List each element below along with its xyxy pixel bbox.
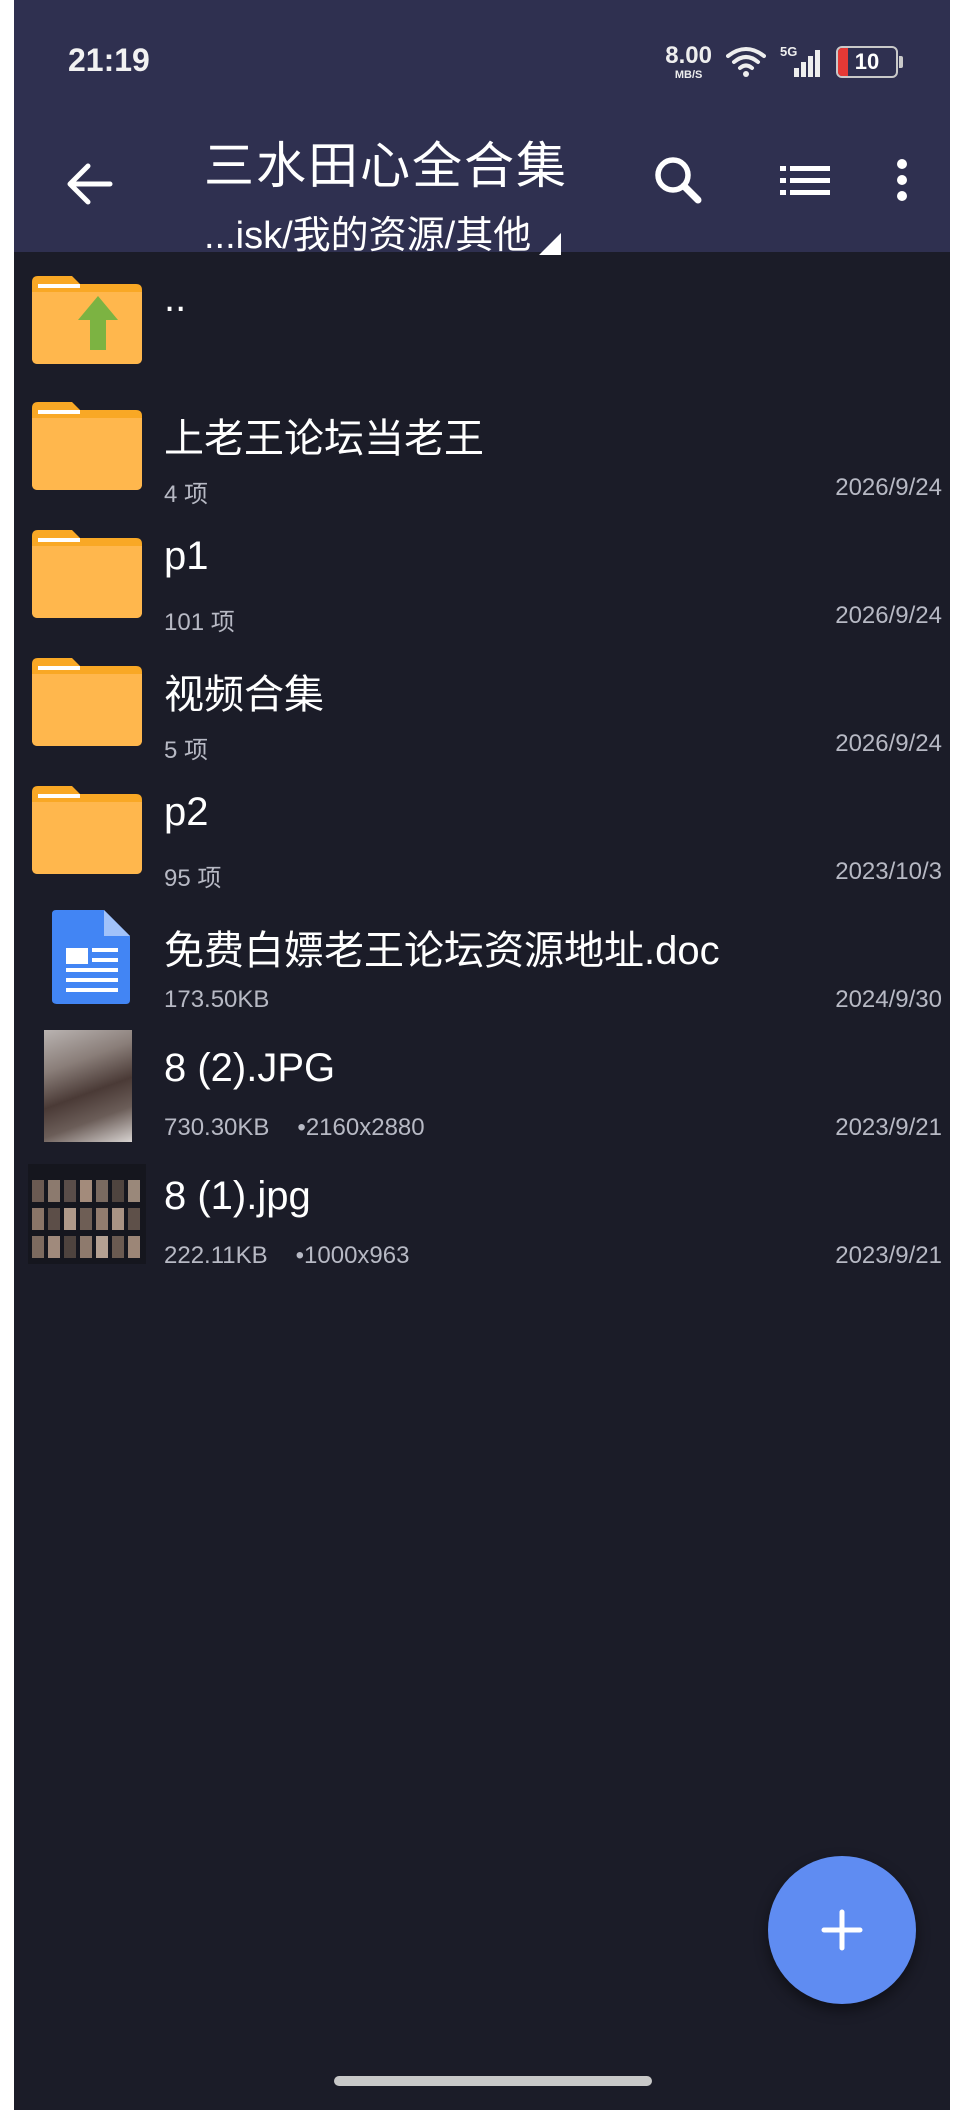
status-time: 21:19: [68, 42, 150, 78]
doc-file-icon: [52, 910, 130, 1004]
screen: 21:19 8.00 MB/S 5G 10 三水田心全合集 ...isk/我的资…: [14, 0, 950, 2110]
current-path: ...isk/我的资源/其他: [204, 215, 532, 257]
folder-icon: [32, 786, 142, 874]
file-date: 2026/9/24: [835, 474, 942, 501]
file-name: ..: [164, 276, 187, 320]
file-date: 2023/9/21: [835, 1242, 942, 1269]
folder-icon: [32, 530, 142, 618]
file-row[interactable]: p1 101 项 2026/9/24: [14, 504, 950, 636]
image-thumbnail: [28, 1164, 146, 1264]
more-vert-icon[interactable]: [880, 148, 924, 212]
file-name: 免费白嫖老王论坛资源地址.doc: [164, 929, 720, 973]
file-name: 8 (1).jpg: [164, 1174, 311, 1218]
status-bar: 21:19 8.00 MB/S 5G 10: [14, 0, 950, 112]
app-toolbar: 三水田心全合集 ...isk/我的资源/其他: [14, 112, 950, 257]
folder-icon: [32, 658, 142, 746]
battery-level: 10: [854, 49, 880, 74]
home-indicator[interactable]: [334, 2076, 652, 2086]
parent-directory-row[interactable]: ..: [14, 252, 950, 376]
path-dropdown[interactable]: ...isk/我的资源/其他: [204, 204, 562, 259]
network-speed-value: 8.00: [665, 41, 712, 69]
file-size: 222.11KB: [164, 1242, 268, 1269]
status-icons: 8.00 MB/S 5G 10: [665, 40, 903, 84]
file-name: 上老王论坛当老王: [164, 417, 484, 461]
file-date: 2024/9/30: [835, 986, 942, 1013]
image-dimensions: •2160x2880: [297, 1114, 425, 1141]
plus-icon: [821, 1909, 863, 1951]
title-block[interactable]: 三水田心全合集 ...isk/我的资源/其他: [204, 126, 644, 259]
network-speed-unit: MB/S: [674, 68, 703, 81]
file-name: 视频合集: [164, 673, 324, 717]
file-meta: 173.50KB: [164, 986, 270, 1013]
file-row[interactable]: 免费白嫖老王论坛资源地址.doc 173.50KB 2024/9/30: [14, 888, 950, 1016]
file-date: 2026/9/24: [835, 602, 942, 629]
file-row[interactable]: p2 95 项 2023/10/3: [14, 760, 950, 892]
add-button[interactable]: [768, 1856, 916, 2004]
back-arrow-icon[interactable]: [58, 152, 122, 216]
page-title: 三水田心全合集: [204, 138, 568, 194]
folder-icon: [32, 402, 142, 490]
file-list: .. 上老王论坛当老王 4 项 2026/9/24 p1 101 项 2026/…: [14, 252, 950, 1272]
file-name: 8 (2).JPG: [164, 1046, 336, 1090]
file-date: 2023/9/21: [835, 1114, 942, 1141]
file-meta: 222.11KB •1000x963: [164, 1242, 409, 1270]
battery-icon: 10: [836, 46, 903, 78]
file-name: p2: [164, 790, 209, 834]
file-row[interactable]: 视频合集 5 项 2026/9/24: [14, 632, 950, 764]
list-view-icon[interactable]: [772, 148, 836, 212]
file-row[interactable]: 8 (1).jpg 222.11KB •1000x963 2023/9/21: [14, 1144, 950, 1272]
folder-up-icon: [32, 276, 142, 364]
wifi-icon: [726, 47, 766, 77]
file-date: 2026/9/24: [835, 730, 942, 757]
network-speed: 8.00 MB/S: [665, 41, 712, 81]
file-meta: 730.30KB •2160x2880: [164, 1114, 425, 1142]
file-size: 730.30KB: [164, 1114, 270, 1141]
search-icon[interactable]: [646, 148, 710, 212]
file-name: p1: [164, 534, 209, 578]
cellular-signal-icon: 5G: [780, 44, 822, 78]
file-date: 2023/10/3: [835, 858, 942, 885]
image-thumbnail: [44, 1030, 132, 1142]
file-row[interactable]: 8 (2).JPG 730.30KB •2160x2880 2023/9/21: [14, 1016, 950, 1144]
image-dimensions: •1000x963: [295, 1242, 410, 1269]
file-row[interactable]: 上老王论坛当老王 4 项 2026/9/24: [14, 376, 950, 508]
